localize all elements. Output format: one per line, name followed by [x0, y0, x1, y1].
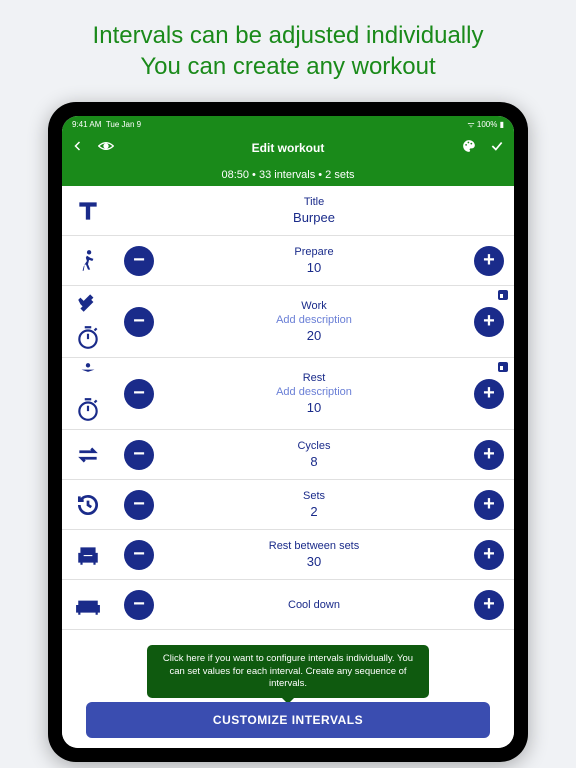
work-plus[interactable]: + — [474, 307, 504, 337]
sets-minus[interactable]: − — [124, 490, 154, 520]
prepare-plus[interactable]: + — [474, 246, 504, 276]
confirm-icon[interactable] — [490, 139, 504, 158]
stretch-icon — [75, 361, 101, 392]
dumbbell-icon — [75, 289, 101, 320]
row-prepare: − Prepare 10 + — [62, 236, 514, 286]
status-battery: ᯤ 100% ▮ — [467, 119, 504, 130]
status-bar: 9:41 AM Tue Jan 9 ᯤ 100% ▮ — [62, 116, 514, 132]
title-value[interactable]: Burpee — [293, 210, 335, 225]
screen: 9:41 AM Tue Jan 9 ᯤ 100% ▮ Edit workout — [62, 116, 514, 748]
title-icon — [62, 186, 114, 235]
back-icon[interactable] — [72, 139, 84, 157]
row-rest-between: − Rest between sets 30 + — [62, 530, 514, 580]
work-badge-icon[interactable] — [498, 290, 508, 300]
promo-line-2: You can create any workout — [10, 51, 566, 82]
title-label: Title — [304, 196, 324, 208]
rest-plus[interactable]: + — [474, 379, 504, 409]
preview-icon[interactable] — [98, 139, 114, 157]
cycles-minus[interactable]: − — [124, 440, 154, 470]
restbetween-minus[interactable]: − — [124, 540, 154, 570]
work-value[interactable]: 20 — [307, 328, 321, 343]
rest-label: Rest — [303, 372, 326, 384]
cooldown-label: Cool down — [288, 599, 340, 611]
row-title: Title Burpee — [62, 186, 514, 236]
row-cooldown: − Cool down + — [62, 580, 514, 630]
row-sets: − Sets 2 + — [62, 480, 514, 530]
rest-value[interactable]: 10 — [307, 400, 321, 415]
cycles-plus[interactable]: + — [474, 440, 504, 470]
cooldown-minus[interactable]: − — [124, 590, 154, 620]
tooltip: Click here if you want to configure inte… — [147, 645, 429, 698]
sets-label: Sets — [303, 490, 325, 502]
rest-badge-icon[interactable] — [498, 362, 508, 372]
row-work: − Work Add description 20 + — [62, 286, 514, 358]
sets-value[interactable]: 2 — [310, 504, 317, 519]
cycles-label: Cycles — [297, 440, 330, 452]
row-rest: − Rest Add description 10 + — [62, 358, 514, 430]
restbetween-label: Rest between sets — [269, 540, 360, 552]
device-frame: 9:41 AM Tue Jan 9 ᯤ 100% ▮ Edit workout — [48, 102, 528, 762]
work-minus[interactable]: − — [124, 307, 154, 337]
couch-icon — [62, 580, 114, 629]
promo-text: Intervals can be adjusted individually Y… — [0, 0, 576, 92]
status-time: 9:41 AM Tue Jan 9 — [72, 120, 141, 129]
row-cycles: − Cycles 8 + — [62, 430, 514, 480]
cycles-value[interactable]: 8 — [310, 454, 317, 469]
sets-plus[interactable]: + — [474, 490, 504, 520]
prepare-value[interactable]: 10 — [307, 260, 321, 275]
restbetween-value[interactable]: 30 — [307, 554, 321, 569]
palette-icon[interactable] — [462, 139, 476, 158]
work-description[interactable]: Add description — [276, 314, 352, 326]
repeat-icon — [62, 430, 114, 479]
history-icon — [62, 480, 114, 529]
rest-minus[interactable]: − — [124, 379, 154, 409]
work-label: Work — [301, 300, 326, 312]
walk-icon — [62, 236, 114, 285]
promo-line-1: Intervals can be adjusted individually — [10, 20, 566, 51]
stopwatch-icon — [75, 396, 101, 427]
prepare-minus[interactable]: − — [124, 246, 154, 276]
customize-intervals-button[interactable]: CUSTOMIZE INTERVALS — [86, 702, 490, 738]
restbetween-plus[interactable]: + — [474, 540, 504, 570]
armchair-icon — [62, 530, 114, 579]
prepare-label: Prepare — [294, 246, 333, 258]
header-title: Edit workout — [114, 141, 462, 155]
cooldown-plus[interactable]: + — [474, 590, 504, 620]
workout-summary: 08:50 • 33 intervals • 2 sets — [62, 164, 514, 186]
app-header: Edit workout — [62, 132, 514, 164]
stopwatch-icon — [75, 324, 101, 355]
rest-description[interactable]: Add description — [276, 386, 352, 398]
